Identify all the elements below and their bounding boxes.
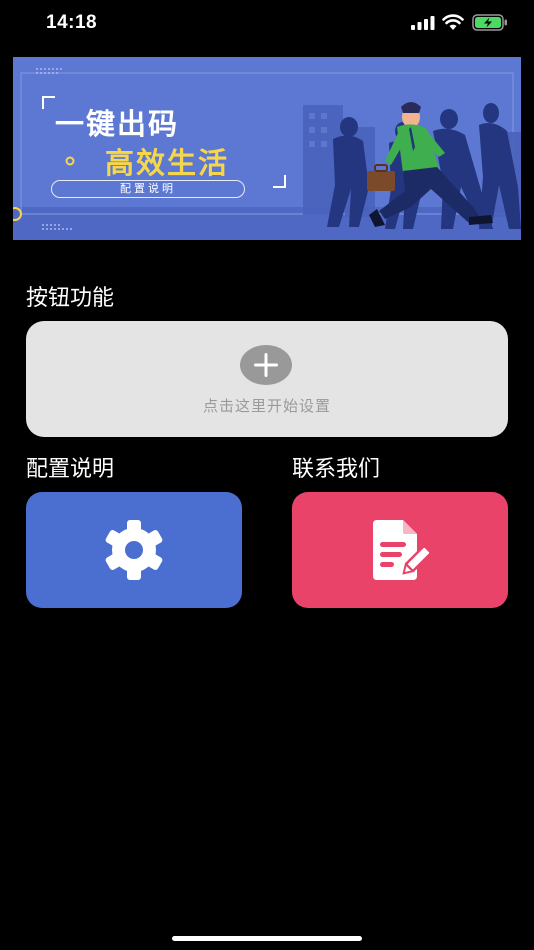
config-section-title: 配置说明 (26, 457, 115, 482)
button-section-title: 按钮功能 (26, 286, 115, 311)
plus-circle-icon (240, 345, 292, 385)
banner-illustration (13, 57, 521, 240)
banner-title-line2: 高效生活 (105, 146, 230, 180)
banner-title-line1: 一键出码 (55, 107, 180, 141)
add-button-card[interactable]: 点击这里开始设置 (26, 321, 508, 437)
signal-icon (411, 16, 435, 30)
promo-banner[interactable]: 一键出码 高效生活 配置说明 (13, 57, 521, 240)
home-indicator[interactable] (172, 936, 362, 941)
gear-icon (105, 520, 163, 580)
battery-charging-icon (472, 14, 507, 31)
config-tile-button[interactable] (26, 492, 242, 608)
status-bar: 14:18 (0, 0, 534, 48)
contact-tile-button[interactable] (292, 492, 508, 608)
banner-pill-label: 配置说明 (51, 180, 245, 198)
contact-section-title: 联系我们 (292, 457, 381, 482)
wifi-icon (442, 14, 464, 30)
add-button-hint: 点击这里开始设置 (202, 397, 331, 415)
document-edit-icon (373, 520, 432, 580)
status-time: 14:18 (46, 12, 98, 33)
